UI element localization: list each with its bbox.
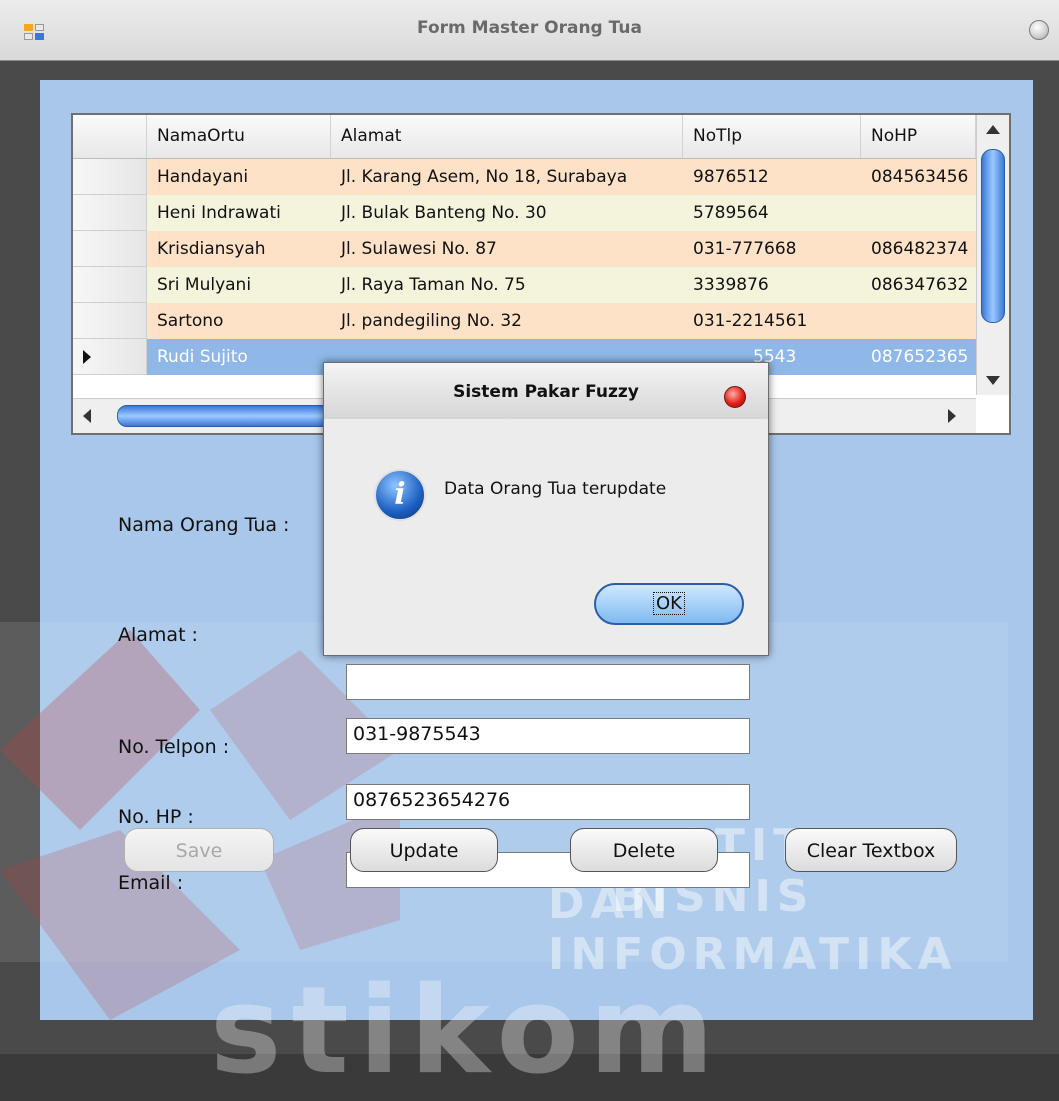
window-title: Form Master Orang Tua	[417, 18, 642, 38]
cell-nohp[interactable]	[861, 303, 976, 339]
row-header[interactable]	[73, 303, 147, 339]
row-header[interactable]	[73, 159, 147, 195]
dialog-close-icon[interactable]	[724, 386, 746, 408]
cell-notlp[interactable]: 9876512	[683, 159, 861, 195]
scroll-up-icon[interactable]	[986, 125, 1000, 134]
email-label: Email :	[118, 872, 184, 894]
grid-header: NamaOrtu Alamat NoTlp NoHP	[73, 115, 1009, 159]
cell-notlp[interactable]: 5789564	[683, 195, 861, 231]
row-header[interactable]	[73, 267, 147, 303]
cell-nohp[interactable]: 084563456	[861, 159, 976, 195]
ok-button[interactable]: OK	[594, 583, 744, 625]
row-header[interactable]	[73, 195, 147, 231]
vertical-scroll-thumb[interactable]	[981, 149, 1005, 323]
no-telpon-field[interactable]: 031-9875543	[346, 718, 750, 754]
update-button[interactable]: Update	[350, 828, 498, 872]
watermark-logo-text: stikom	[210, 962, 724, 1101]
no-hp-field[interactable]: 0876523654276	[346, 784, 750, 820]
message-dialog: Sistem Pakar Fuzzy i Data Orang Tua teru…	[323, 362, 769, 656]
cell-alamat[interactable]: Jl. Raya Taman No. 75	[331, 267, 683, 303]
cell-alamat[interactable]: Jl. Karang Asem, No 18, Surabaya	[331, 159, 683, 195]
cell-notlp[interactable]: 031-2214561	[683, 303, 861, 339]
column-header-notlp[interactable]: NoTlp	[683, 115, 861, 158]
dialog-title: Sistem Pakar Fuzzy	[453, 382, 639, 402]
nama-orang-tua-label: Nama Orang Tua :	[118, 514, 290, 536]
dialog-title-bar: Sistem Pakar Fuzzy	[324, 363, 768, 419]
cell-namaortu[interactable]: Sri Mulyani	[147, 267, 331, 303]
info-icon: i	[374, 469, 426, 521]
window-close-button[interactable]	[1029, 20, 1049, 40]
scroll-down-icon[interactable]	[986, 376, 1000, 385]
cell-notlp[interactable]: 031-777668	[683, 231, 861, 267]
cell-namaortu[interactable]: Krisdiansyah	[147, 231, 331, 267]
row-header-current[interactable]	[73, 339, 147, 375]
cell-nohp[interactable]: 086482374	[861, 231, 976, 267]
cell-alamat[interactable]: Jl. pandegiling No. 32	[331, 303, 683, 339]
cell-namaortu[interactable]: Sartono	[147, 303, 331, 339]
no-hp-label: No. HP :	[118, 806, 194, 828]
dialog-message: Data Orang Tua terupdate	[444, 479, 667, 499]
row-header[interactable]	[73, 231, 147, 267]
table-row[interactable]: Sri Mulyani Jl. Raya Taman No. 75 333987…	[73, 267, 1009, 303]
alamat-field[interactable]	[346, 664, 750, 700]
scroll-left-icon[interactable]	[83, 409, 91, 423]
cell-namaortu[interactable]: Rudi Sujito	[147, 339, 331, 375]
table-row[interactable]: Handayani Jl. Karang Asem, No 18, Suraba…	[73, 159, 1009, 195]
app-window: Form Master Orang Tua INSTITUT BISNIS DA…	[0, 0, 1059, 1101]
cell-notlp[interactable]: 3339876	[683, 267, 861, 303]
cell-nohp[interactable]: 086347632	[861, 267, 976, 303]
horizontal-scroll-thumb[interactable]	[117, 405, 349, 427]
vertical-scrollbar[interactable]	[976, 115, 1009, 395]
cell-nohp[interactable]	[861, 195, 976, 231]
column-header-nohp[interactable]: NoHP	[861, 115, 976, 158]
title-bar: Form Master Orang Tua	[0, 0, 1059, 61]
save-button[interactable]: Save	[124, 828, 274, 872]
current-row-arrow-icon	[83, 350, 91, 364]
cell-alamat[interactable]: Jl. Bulak Banteng No. 30	[331, 195, 683, 231]
cell-namaortu[interactable]: Handayani	[147, 159, 331, 195]
cell-nohp[interactable]: 087652365	[861, 339, 976, 375]
scroll-right-icon[interactable]	[948, 409, 956, 423]
cell-namaortu[interactable]: Heni Indrawati	[147, 195, 331, 231]
ok-button-label: OK	[653, 592, 685, 615]
cell-alamat[interactable]: Jl. Sulawesi No. 87	[331, 231, 683, 267]
column-header-namaortu[interactable]: NamaOrtu	[147, 115, 331, 158]
column-header-alamat[interactable]: Alamat	[331, 115, 683, 158]
no-telpon-label: No. Telpon :	[118, 736, 230, 758]
table-row[interactable]: Sartono Jl. pandegiling No. 32 031-22145…	[73, 303, 1009, 339]
grid-corner-cell	[73, 115, 147, 158]
alamat-label: Alamat :	[118, 624, 198, 646]
table-row[interactable]: Krisdiansyah Jl. Sulawesi No. 87 031-777…	[73, 231, 1009, 267]
table-row[interactable]: Heni Indrawati Jl. Bulak Banteng No. 30 …	[73, 195, 1009, 231]
delete-button[interactable]: Delete	[570, 828, 718, 872]
clear-textbox-button[interactable]: Clear Textbox	[785, 828, 957, 872]
